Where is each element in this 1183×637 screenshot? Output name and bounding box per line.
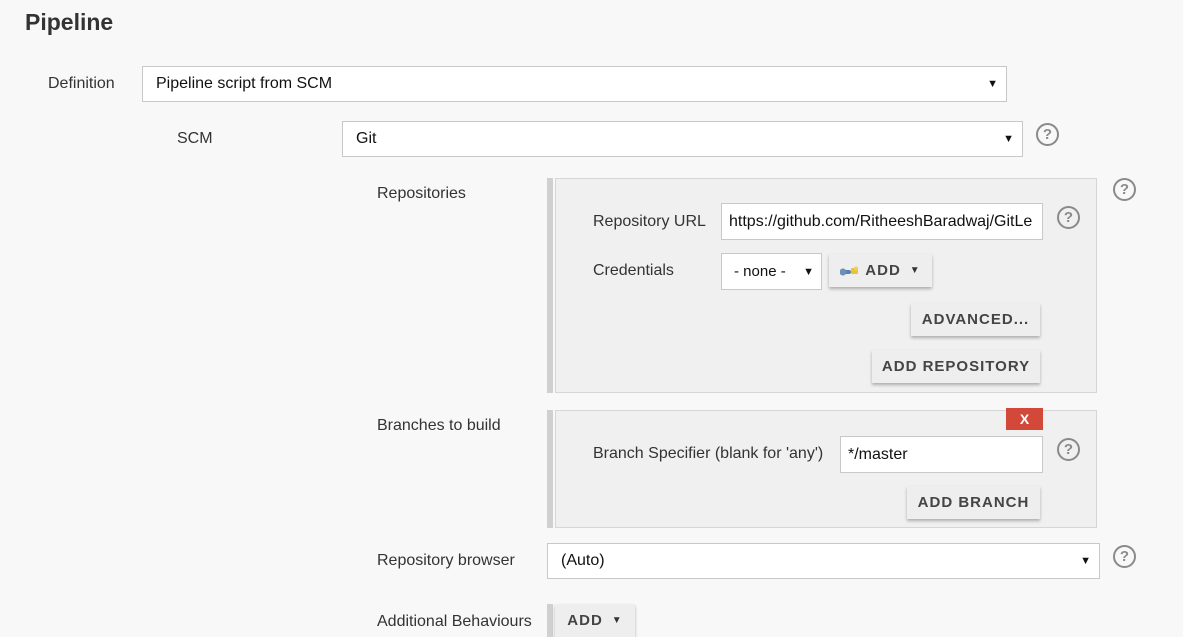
credentials-select-value: - none - [734, 263, 786, 280]
dropdown-caret-icon: ▼ [803, 265, 814, 278]
dropdown-caret-icon: ▼ [1080, 555, 1091, 567]
repositories-help-icon[interactable]: ? [1113, 178, 1136, 201]
additional-behaviours-add-button[interactable]: ADD ▼ [555, 604, 635, 637]
repository-browser-label: Repository browser [377, 552, 515, 569]
add-repository-button[interactable]: ADD REPOSITORY [872, 350, 1040, 383]
scm-label: SCM [177, 130, 213, 147]
scm-select-value: Git [356, 130, 377, 147]
repository-url-input[interactable]: https://github.com/RitheeshBaradwaj/GitL… [721, 203, 1043, 240]
branches-panel-bar [547, 410, 553, 528]
key-icon [839, 265, 859, 277]
add-branch-button[interactable]: ADD BRANCH [907, 486, 1040, 519]
definition-select[interactable]: Pipeline script from SCM ▼ [142, 66, 1007, 102]
repository-browser-help-icon[interactable]: ? [1113, 545, 1136, 568]
additional-behaviours-add-label: ADD [567, 612, 603, 629]
repository-url-help-icon[interactable]: ? [1057, 206, 1080, 229]
credentials-label: Credentials [593, 262, 674, 279]
repository-browser-value: (Auto) [561, 552, 605, 569]
branch-specifier-label: Branch Specifier (blank for 'any') [593, 445, 824, 462]
branch-specifier-help-icon[interactable]: ? [1057, 438, 1080, 461]
dropdown-caret-icon: ▼ [611, 615, 623, 626]
advanced-button[interactable]: ADVANCED... [911, 303, 1040, 336]
repositories-label: Repositories [377, 185, 466, 202]
branch-specifier-input[interactable]: */master [840, 436, 1043, 473]
dropdown-caret-icon: ▼ [987, 78, 998, 90]
delete-branch-button[interactable]: X [1006, 408, 1043, 430]
credentials-select[interactable]: - none - ▼ [721, 253, 822, 290]
branches-label: Branches to build [377, 417, 501, 434]
additional-behaviours-label: Additional Behaviours [377, 613, 532, 630]
scm-help-icon[interactable]: ? [1036, 123, 1059, 146]
repositories-panel-bar [547, 178, 553, 393]
definition-label: Definition [48, 75, 115, 92]
section-title: Pipeline [25, 9, 114, 35]
repository-url-label: Repository URL [593, 213, 706, 230]
repository-browser-select[interactable]: (Auto) ▼ [547, 543, 1100, 579]
definition-select-value: Pipeline script from SCM [156, 75, 333, 92]
dropdown-caret-icon: ▼ [1003, 133, 1014, 145]
dropdown-caret-icon: ▼ [909, 265, 921, 276]
credentials-add-button[interactable]: ADD ▼ [829, 254, 932, 287]
credentials-add-label: ADD [865, 262, 901, 279]
additional-behaviours-panel-bar [547, 604, 553, 637]
scm-select[interactable]: Git ▼ [342, 121, 1023, 157]
